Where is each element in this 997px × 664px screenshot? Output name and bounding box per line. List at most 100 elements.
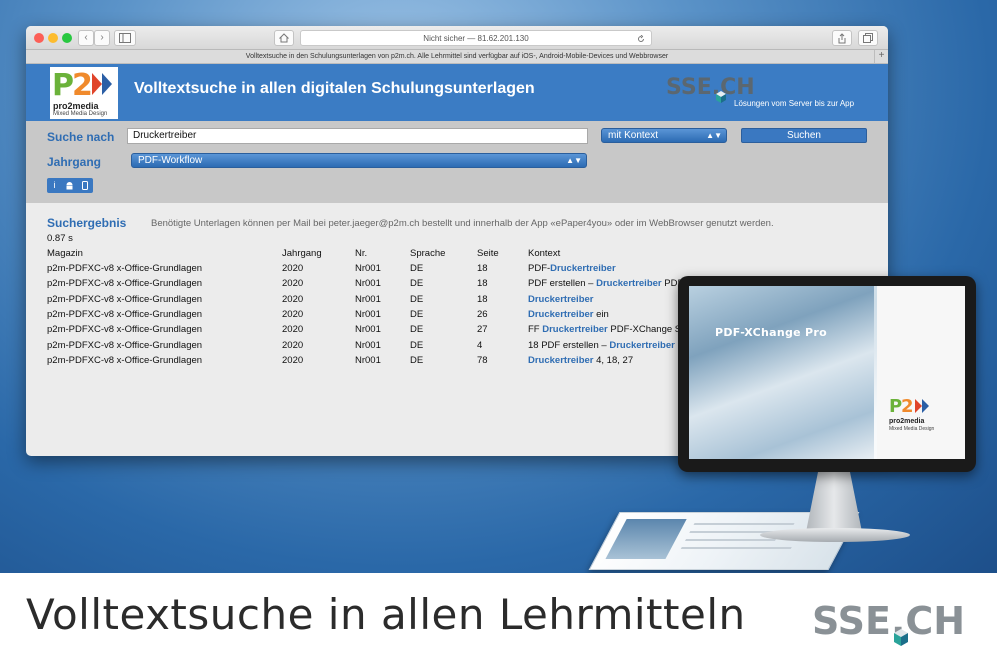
pro2media-logo[interactable]: P 2 pro2media Mixed Media Design xyxy=(50,67,118,119)
column-header: Nr. xyxy=(355,248,368,259)
search-input[interactable]: Druckertreiber xyxy=(127,128,588,144)
context-text: PDF erstellen – xyxy=(528,278,597,290)
reload-icon[interactable] xyxy=(637,35,645,43)
column-header: Jahrgang xyxy=(282,248,322,259)
cell-kontext: Druckertreiber 4, 18, 27 xyxy=(528,355,633,366)
search-hit-link[interactable]: Druckertreiber xyxy=(542,324,607,335)
context-text: FF xyxy=(528,324,543,336)
search-button[interactable]: Suchen xyxy=(741,128,867,143)
cell-seite: 78 xyxy=(477,354,488,366)
screen-side-panel: P 2 pro2media Mixed Media Design xyxy=(877,286,965,459)
cell-magazin: p2m-PDFXC-v8 x-Office-Grundlagen xyxy=(47,263,203,274)
cell-jahrgang: 2020 xyxy=(282,354,304,366)
search-hit-link[interactable]: Druckertreiber xyxy=(550,263,615,274)
results-title: Suchergebnis xyxy=(47,216,127,230)
cell-magazin: p2m-PDFXC-v8 x-Office-Grundlagen xyxy=(47,308,203,320)
cell-sprache: DE xyxy=(410,308,424,320)
p2m-logo-subtext: Mixed Media Design xyxy=(53,111,108,117)
search-hit-link[interactable]: Druckertreiber xyxy=(528,294,593,305)
monitor-image: P 2 pro2media Mixed Media Design PDF-XCh… xyxy=(678,276,976,472)
column-header: Kontext xyxy=(528,248,561,259)
cell-jahrgang: 2020 xyxy=(282,263,304,274)
search-hit-link[interactable]: Druckertreiber xyxy=(596,278,661,289)
column-header: Seite xyxy=(477,248,499,259)
chevron-updown-icon: ▲▼ xyxy=(706,131,722,140)
results-time: 0.87 s xyxy=(47,233,73,244)
android-icon[interactable] xyxy=(62,178,77,193)
cell-sprache: DE xyxy=(410,339,424,351)
cell-jahrgang: 2020 xyxy=(282,339,304,351)
page-title: Volltextsuche in allen digitalen Schulun… xyxy=(134,80,535,97)
header-tagline: Lösungen vom Server bis zur App xyxy=(734,99,855,108)
tabs-overview-button[interactable] xyxy=(858,30,878,46)
column-header: Sprache xyxy=(410,248,446,259)
cell-sprache: DE xyxy=(410,263,424,274)
sidebar-button[interactable] xyxy=(114,30,136,46)
context-select[interactable]: mit Kontext ▲▼ xyxy=(601,128,727,143)
year-select-value: PDF-Workflow xyxy=(138,155,203,166)
year-select[interactable]: PDF-Workflow ▲▼ xyxy=(131,153,587,168)
monitor-screen: P 2 pro2media Mixed Media Design PDF-XCh… xyxy=(689,286,965,459)
screen-logo-subtext: Mixed Media Design xyxy=(889,426,935,432)
context-text: 4, 18, 27 xyxy=(593,354,634,366)
home-icon xyxy=(278,33,290,43)
phone-icon[interactable] xyxy=(77,178,92,193)
year-label: Jahrgang xyxy=(47,155,102,169)
cell-nr: Nr001 xyxy=(355,293,381,305)
cell-magazin: p2m-PDFXC-v8 x-Office-Grundlagen xyxy=(47,278,203,290)
footer-sse-logo: SSE.CH xyxy=(812,599,965,646)
forward-button[interactable]: › xyxy=(94,30,110,46)
share-button[interactable] xyxy=(832,30,852,46)
results-note: Benötigte Unterlagen können per Mail bei… xyxy=(151,218,774,229)
search-hit-link[interactable]: Druckertreiber xyxy=(609,340,674,351)
cell-nr: Nr001 xyxy=(355,324,381,336)
minimize-window-button[interactable] xyxy=(48,33,58,43)
cell-magazin: p2m-PDFXC-v8 x-Office-Grundlagen xyxy=(47,339,203,351)
context-select-value: mit Kontext xyxy=(608,130,659,141)
monitor-stand-base xyxy=(760,528,910,542)
context-text: PDF-XChange S xyxy=(607,324,682,336)
cell-magazin: p2m-PDFXC-v8 x-Office-Grundlagen xyxy=(47,354,203,366)
cell-kontext: PDF-Druckertreiber xyxy=(528,263,616,274)
info-icon[interactable]: i xyxy=(47,178,62,193)
context-text: 18 PDF erstellen – xyxy=(528,339,610,351)
device-icons: i xyxy=(47,178,93,193)
home-button[interactable] xyxy=(274,30,294,46)
cell-kontext: 18 PDF erstellen – Druckertreiber P xyxy=(528,340,684,351)
screen-photo xyxy=(689,286,874,459)
search-panel: Suche nach Druckertreiber mit Kontext ▲▼… xyxy=(26,121,888,203)
cell-seite: 18 xyxy=(477,263,488,274)
back-button[interactable]: ‹ xyxy=(78,30,94,46)
cell-sprache: DE xyxy=(410,293,424,305)
cell-seite: 26 xyxy=(477,308,488,320)
cell-kontext: Druckertreiber ein xyxy=(528,309,609,320)
svg-text:P: P xyxy=(52,68,74,103)
context-text: ein xyxy=(593,308,609,320)
active-tab[interactable]: Volltextsuche in den Schulungsunterlagen… xyxy=(246,53,668,60)
search-hit-link[interactable]: Druckertreiber xyxy=(528,309,593,320)
cell-kontext: Druckertreiber xyxy=(528,294,593,305)
cell-seite: 4 xyxy=(477,339,483,351)
cell-sprache: DE xyxy=(410,354,424,366)
address-text: Nicht sicher — 81.62.201.130 xyxy=(423,34,529,43)
cell-nr: Nr001 xyxy=(355,339,381,351)
address-bar[interactable]: Nicht sicher — 81.62.201.130 xyxy=(300,30,652,46)
share-icon xyxy=(838,33,846,44)
screen-title: PDF-XChange Pro xyxy=(715,326,827,339)
cell-kontext: FF Druckertreiber PDF-XChange S xyxy=(528,324,681,335)
column-header: Magazin xyxy=(47,248,83,259)
cell-nr: Nr001 xyxy=(355,263,381,274)
footer-sse-logo-text: SSE.CH xyxy=(812,599,965,643)
search-hit-link[interactable]: Druckertreiber xyxy=(528,355,593,366)
close-window-button[interactable] xyxy=(34,33,44,43)
cell-jahrgang: 2020 xyxy=(282,278,304,290)
sidebar-icon xyxy=(119,33,131,43)
zoom-window-button[interactable] xyxy=(62,33,72,43)
svg-text:2: 2 xyxy=(72,68,93,103)
caption-text: Volltextsuche in allen Lehrmitteln xyxy=(26,590,746,639)
new-tab-button[interactable]: + xyxy=(874,50,888,63)
cell-magazin: p2m-PDFXC-v8 x-Office-Grundlagen xyxy=(47,293,203,305)
tab-bar: Volltextsuche in den Schulungsunterlagen… xyxy=(26,50,888,64)
sse-logo-text: SSE.CH xyxy=(666,75,755,100)
cell-sprache: DE xyxy=(410,278,424,290)
